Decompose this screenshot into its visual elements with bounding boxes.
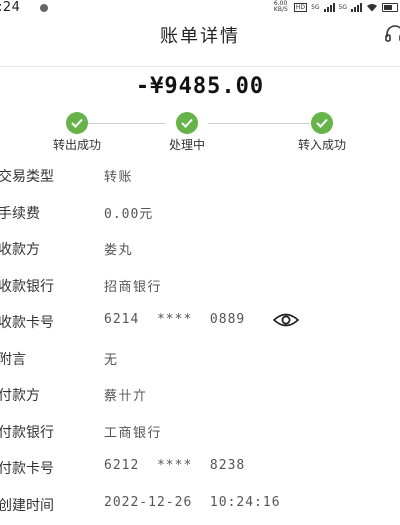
detail-label: 手续费 (0, 205, 40, 222)
progress-step: 转入成功 (272, 112, 372, 153)
detail-label: 付款银行 (0, 424, 54, 441)
detail-label: 收款银行 (0, 278, 54, 295)
detail-value: 无 (104, 352, 119, 368)
detail-row-payee-bank: 收款银行 招商银行 (0, 270, 400, 300)
checkmark-icon (311, 112, 333, 134)
page-title: 账单详情 (160, 26, 240, 47)
checkmark-icon (176, 112, 198, 134)
detail-row-payee-card: 收款卡号 6214 **** 0889 (0, 306, 400, 336)
checkmark-icon (66, 112, 88, 134)
detail-label: 收款方 (0, 242, 40, 258)
header-divider (0, 66, 400, 67)
detail-value: 6212 **** 8238 (104, 458, 246, 473)
status-bar: :24 6.00 KB/S HD 5G 5G (0, 0, 400, 16)
detail-value: 工商银行 (104, 425, 163, 441)
header: 账单详情 (0, 16, 400, 52)
signal-label-1: 5G (311, 3, 320, 11)
progress-step-label: 转出成功 (52, 138, 101, 152)
progress-step-label: 转入成功 (297, 138, 346, 152)
signal-label-2: 5G (338, 3, 347, 11)
detail-row-payee: 收款方 娄丸 (0, 233, 400, 263)
notification-dot-icon (40, 4, 48, 12)
detail-row-created-time: 创建时间 2022-12-26 10:24:16 (0, 489, 400, 519)
detail-row-payer-bank: 付款银行 工商银行 (0, 416, 400, 446)
detail-list: 交易类型 转账 手续费 0.00元 收款方 娄丸 收款银行 招商银行 收款卡号 … (0, 160, 400, 525)
transaction-amount: -¥9485.00 (135, 74, 265, 99)
detail-label: 收款卡号 (0, 315, 54, 331)
detail-label: 创建时间 (0, 497, 54, 514)
detail-value: 2022-12-26 10:24:16 (104, 494, 281, 510)
detail-label: 附言 (0, 351, 26, 368)
progress-step-label: 处理中 (168, 138, 205, 152)
headset-icon[interactable] (384, 24, 400, 46)
transfer-progress: 转出成功 处理中 转入成功 (0, 112, 400, 152)
signal-bars-icon (351, 2, 362, 12)
detail-value: 蔡卄亣 (104, 389, 148, 404)
detail-value: 娄丸 (104, 243, 134, 258)
battery-icon (382, 2, 398, 12)
detail-label: 付款卡号 (0, 461, 54, 477)
detail-value: 转账 (104, 170, 134, 185)
status-indicators: 6.00 KB/S HD 5G 5G (274, 1, 398, 13)
detail-value: 6214 **** 0889 (104, 312, 246, 327)
detail-row-note: 附言 无 (0, 343, 400, 373)
progress-step: 转出成功 (27, 112, 127, 153)
wifi-icon (367, 3, 377, 11)
detail-value: 0.00元 (104, 206, 154, 222)
eye-icon[interactable] (273, 312, 299, 328)
detail-row-transaction-type: 交易类型 转账 (0, 160, 400, 190)
detail-row-payer: 付款方 蔡卄亣 (0, 379, 400, 409)
detail-row-fee: 手续费 0.00元 (0, 197, 400, 227)
signal-bars-icon (323, 2, 335, 12)
status-time: :24 (0, 0, 21, 15)
progress-step: 处理中 (137, 112, 237, 153)
detail-label: 付款方 (0, 388, 40, 404)
network-speed: 6.00 KB/S (273, 0, 288, 13)
detail-row-payer-card: 付款卡号 6212 **** 8238 (0, 452, 400, 482)
hd-badge: HD (293, 2, 308, 12)
detail-label: 交易类型 (0, 169, 54, 185)
detail-value: 招商银行 (104, 279, 163, 295)
